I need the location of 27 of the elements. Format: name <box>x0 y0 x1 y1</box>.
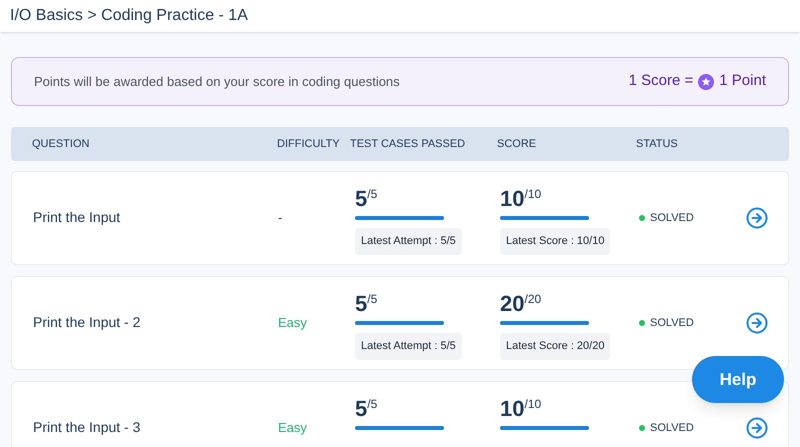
column-header: DIFFICULTY <box>277 136 341 152</box>
column-header: QUESTION <box>31 136 90 152</box>
status-label: SOLVED <box>650 316 694 331</box>
question-title[interactable]: Print the Input - 3 <box>33 419 140 435</box>
status-label: SOLVED <box>650 420 694 436</box>
star-coin-icon <box>698 74 714 90</box>
latest-pill: Latest Attempt : 5/5 <box>355 228 462 254</box>
banner-text: Points will be awarded based on your score in coding questions <box>34 72 400 91</box>
rate-text: 1 Point <box>719 71 766 92</box>
difficulty-label: Easy <box>278 420 307 435</box>
help-button[interactable]: Help <box>692 356 784 403</box>
difficulty-label: Easy <box>278 315 307 330</box>
arrow-circle-icon[interactable] <box>746 312 768 334</box>
question-title[interactable]: Print the Input - 2 <box>33 314 140 330</box>
question-title[interactable]: Print the Input <box>33 209 120 225</box>
column-header: STATUS <box>636 136 679 152</box>
difficulty-label: - <box>278 210 282 225</box>
column-header: TEST CASES PASSED <box>350 136 466 152</box>
latest-pill: Latest Score : 10/10 <box>500 228 610 254</box>
arrow-circle-icon[interactable] <box>746 207 768 229</box>
arrow-circle-icon[interactable] <box>746 417 768 439</box>
column-header: SCORE <box>497 136 538 152</box>
breadcrumb: I/O Basics > Coding Practice - 1A <box>10 6 248 26</box>
status-label: SOLVED <box>650 210 694 226</box>
rate-text: 1 Score = <box>628 71 694 92</box>
latest-pill: Latest Score : 20/20 <box>500 333 610 360</box>
latest-pill: Latest Attempt : 5/5 <box>355 333 462 360</box>
